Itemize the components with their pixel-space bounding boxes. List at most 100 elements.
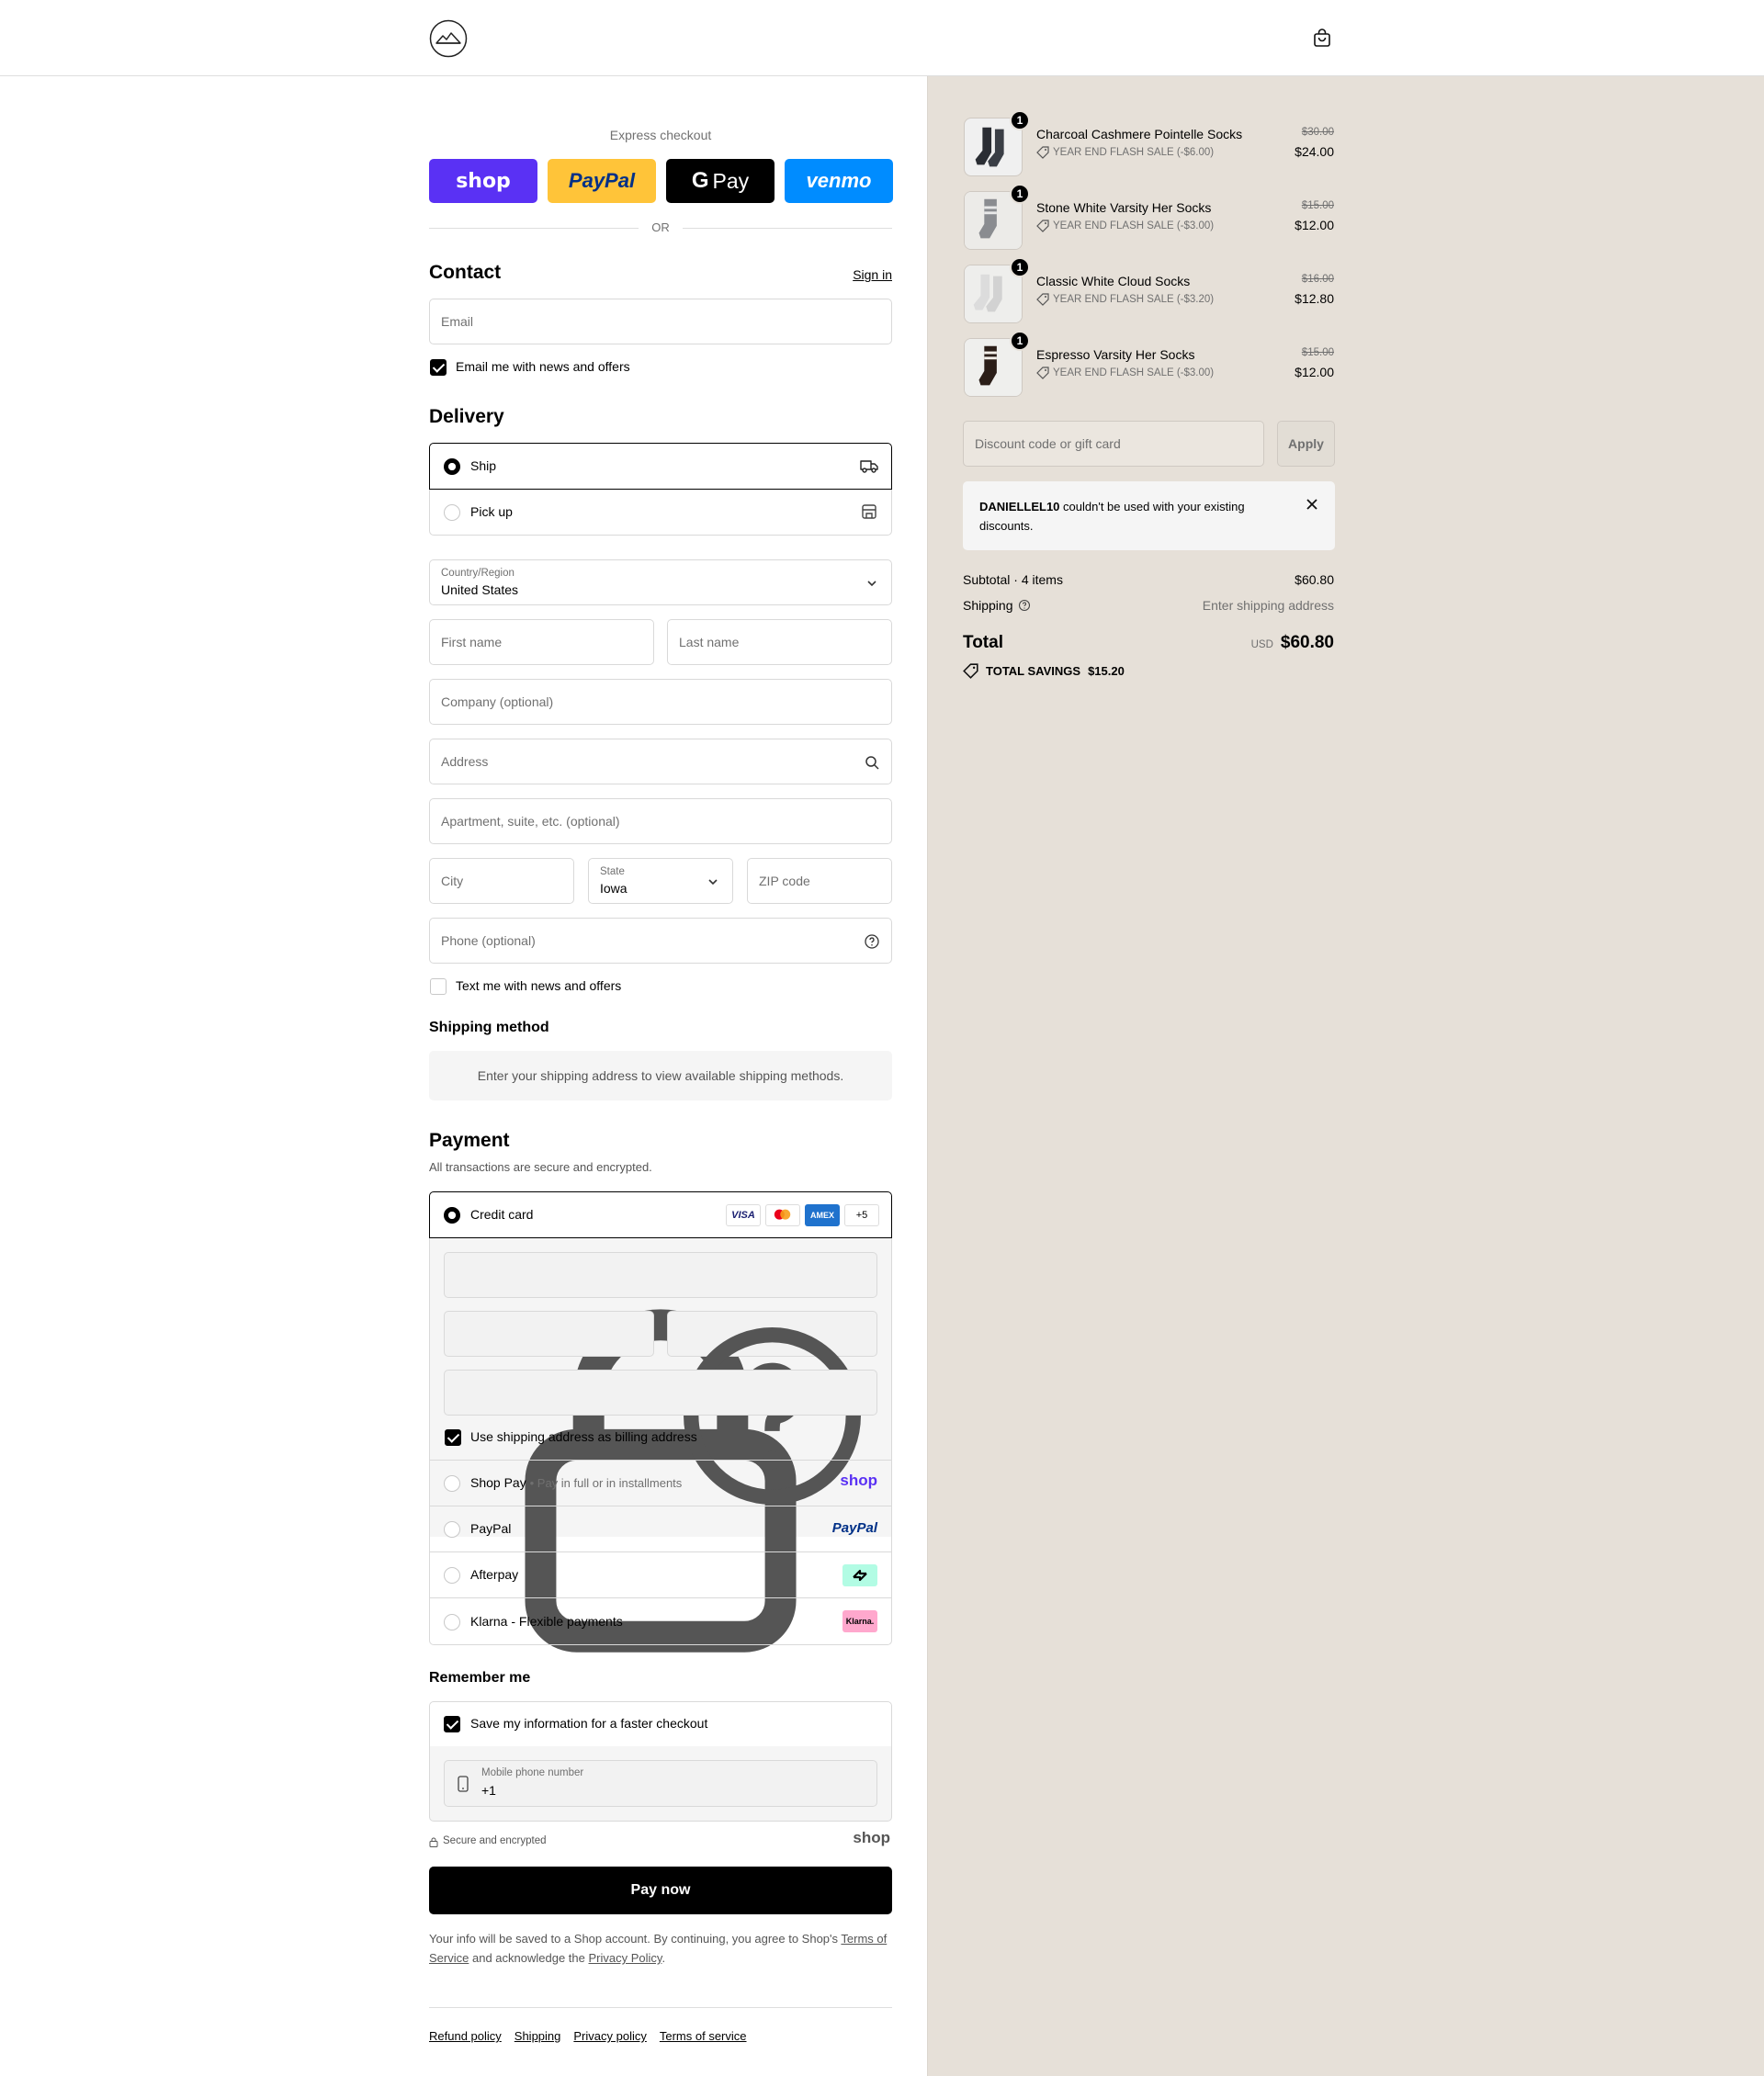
- item-name: Charcoal Cashmere Pointelle Socks: [1036, 127, 1243, 141]
- city-field[interactable]: City: [429, 858, 574, 904]
- express-checkout-label: Express checkout: [609, 128, 712, 142]
- apply-discount-button[interactable]: Apply: [1277, 421, 1335, 467]
- help-icon[interactable]: [1018, 599, 1031, 612]
- header: [0, 0, 1764, 76]
- privacy-policy-footer-link[interactable]: Privacy policy: [573, 2029, 646, 2043]
- pay-now-button[interactable]: Pay now: [429, 1867, 892, 1914]
- item-discount: YEAR END FLASH SALE (-$3.00): [1036, 220, 1214, 232]
- newsletter-checkbox[interactable]: [430, 359, 447, 376]
- credit-card-label: Credit card: [470, 1207, 534, 1222]
- delivery-heading: Delivery: [429, 406, 504, 427]
- shop-pay-logo: shop: [456, 169, 511, 193]
- klarna-logo: Klarna.: [842, 1610, 877, 1632]
- venmo-express-button[interactable]: venmo: [785, 159, 893, 203]
- refund-policy-link[interactable]: Refund policy: [429, 2029, 502, 2043]
- card-cvv-field[interactable]: [667, 1311, 877, 1505]
- card-name-field[interactable]: [444, 1370, 877, 1416]
- sign-in-link[interactable]: Sign in: [853, 267, 892, 282]
- tag-icon: [963, 663, 978, 679]
- item-original-price: $15.00: [1301, 200, 1334, 211]
- venmo-logo: venmo: [806, 169, 872, 192]
- quantity-badge: 1: [1010, 110, 1030, 130]
- card-expiry-field[interactable]: [444, 1311, 654, 1357]
- close-icon[interactable]: [1306, 498, 1318, 511]
- tag-icon: [1036, 146, 1049, 159]
- klarna-option[interactable]: Klarna - Flexible payments Klarna.: [429, 1597, 892, 1645]
- paypal-option[interactable]: PayPal PayPal: [429, 1506, 892, 1552]
- total-savings: TOTAL SAVINGS $15.20: [963, 663, 1125, 679]
- shipping-method-note: Enter your shipping address to view avai…: [429, 1051, 892, 1100]
- tag-icon: [1036, 220, 1049, 232]
- contact-heading: Contact: [429, 262, 502, 283]
- paypal-logo: PayPal: [831, 1520, 877, 1536]
- cart-item: 1 Charcoal Cashmere Pointelle Socks YEAR…: [964, 110, 1334, 176]
- visa-icon: VISA: [726, 1204, 761, 1226]
- last-name-field[interactable]: Last name: [667, 619, 892, 665]
- zip-field[interactable]: ZIP code: [747, 858, 892, 904]
- card-number-field[interactable]: [444, 1252, 877, 1653]
- state-select[interactable]: State Iowa: [588, 858, 733, 904]
- credit-card-option[interactable]: Credit card VISA AMEX +5: [429, 1191, 892, 1238]
- item-original-price: $15.00: [1301, 347, 1334, 358]
- shop-pay-express-button[interactable]: shop: [429, 159, 537, 203]
- amex-icon: AMEX: [805, 1204, 840, 1226]
- ship-option[interactable]: Ship: [429, 443, 892, 490]
- paypal-express-button[interactable]: PayPal: [548, 159, 656, 203]
- google-pay-express-button[interactable]: G Pay: [666, 159, 775, 203]
- afterpay-option[interactable]: Afterpay: [429, 1551, 892, 1598]
- mobile-phone-field[interactable]: Mobile phone number +1: [444, 1760, 877, 1807]
- address-field[interactable]: Address: [429, 739, 892, 784]
- klarna-radio[interactable]: [444, 1614, 460, 1630]
- shipping-method-heading: Shipping method: [429, 1020, 549, 1035]
- afterpay-label: Afterpay: [470, 1567, 519, 1582]
- privacy-policy-link[interactable]: Privacy Policy: [588, 1951, 662, 1965]
- afterpay-logo-icon: [842, 1564, 877, 1586]
- remember-me-heading: Remember me: [429, 1670, 531, 1686]
- help-icon[interactable]: [864, 933, 880, 950]
- item-discount: YEAR END FLASH SALE (-$3.20): [1036, 293, 1214, 306]
- afterpay-radio[interactable]: [444, 1567, 460, 1584]
- country-select[interactable]: Country/Region United States: [429, 559, 892, 605]
- phone-field[interactable]: Phone (optional): [429, 918, 892, 964]
- shipping-link[interactable]: Shipping: [514, 2029, 561, 2043]
- first-name-field[interactable]: First name: [429, 619, 654, 665]
- discount-error-text: DANIELLEL10 couldn't be used with your e…: [979, 500, 1245, 533]
- truck-icon: [860, 460, 878, 473]
- discount-code-field[interactable]: Discount code or gift card: [963, 421, 1264, 467]
- google-g-icon: G: [691, 168, 709, 193]
- payment-subtitle: All transactions are secure and encrypte…: [429, 1160, 652, 1174]
- apartment-field[interactable]: Apartment, suite, etc. (optional): [429, 798, 892, 844]
- more-cards-badge: +5: [844, 1204, 879, 1226]
- paypal-radio[interactable]: [444, 1521, 460, 1538]
- paypal-logo: PayPal: [568, 169, 636, 192]
- save-info-checkbox[interactable]: [444, 1716, 460, 1732]
- pickup-radio[interactable]: [444, 504, 460, 521]
- total-label: Total: [963, 633, 1003, 652]
- item-name: Espresso Varsity Her Socks: [1036, 347, 1195, 362]
- pickup-option[interactable]: Pick up: [429, 490, 892, 536]
- secure-encrypted-text: Secure and encrypted: [443, 1835, 547, 1846]
- item-name: Classic White Cloud Socks: [1036, 274, 1191, 288]
- save-info-option[interactable]: Save my information for a faster checkou…: [429, 1701, 892, 1747]
- company-field[interactable]: Company (optional): [429, 679, 892, 725]
- ship-label: Ship: [470, 458, 497, 473]
- shop-pay-option[interactable]: Shop Pay • Pay in full or in installment…: [429, 1460, 892, 1506]
- sms-checkbox[interactable]: [430, 978, 447, 995]
- email-field[interactable]: Email: [429, 299, 892, 344]
- chevron-down-icon: [867, 581, 876, 587]
- item-price: $24.00: [1295, 144, 1334, 159]
- shopping-bag-icon[interactable]: [1312, 28, 1332, 48]
- mountain-logo-icon[interactable]: [429, 19, 468, 58]
- currency-code: USD: [1250, 639, 1273, 650]
- shop-pay-radio[interactable]: [444, 1475, 460, 1492]
- shipping-value: Enter shipping address: [1202, 598, 1334, 613]
- sms-label: Text me with news and offers: [456, 978, 622, 993]
- footer-divider: [429, 2007, 892, 2008]
- chevron-down-icon: [708, 879, 718, 886]
- mobile-phone-icon: [458, 1776, 469, 1792]
- billing-same-checkbox[interactable]: [445, 1429, 461, 1446]
- paypal-label: PayPal: [470, 1521, 512, 1536]
- ship-radio[interactable]: [444, 458, 460, 475]
- credit-card-radio[interactable]: [444, 1207, 460, 1224]
- terms-of-service-footer-link[interactable]: Terms of service: [660, 2029, 747, 2043]
